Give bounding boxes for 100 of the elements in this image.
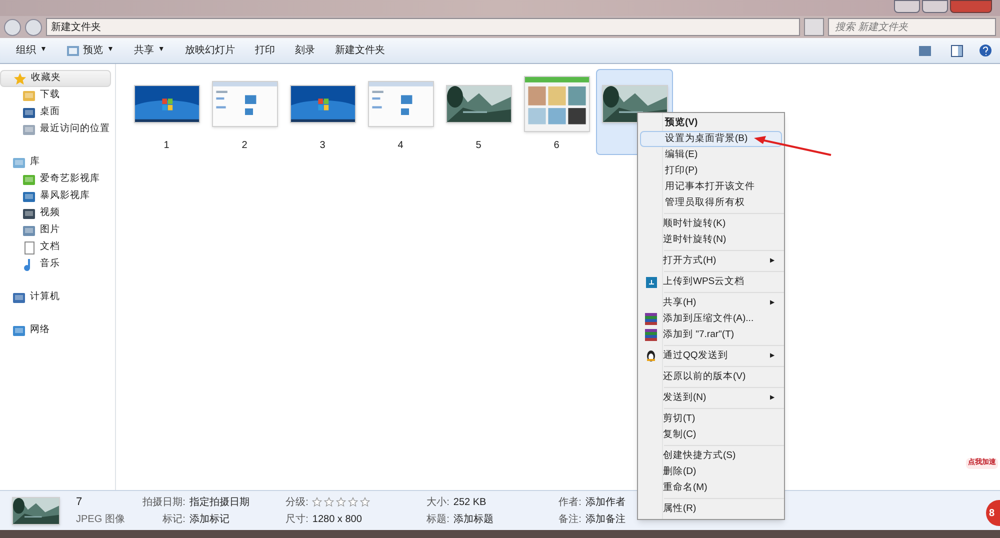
menu-item-label: 还原以前的版本(V) bbox=[663, 370, 746, 384]
menu-item[interactable]: 管理员取得所有权 bbox=[640, 195, 782, 211]
sidebar-item[interactable]: 库 bbox=[0, 154, 111, 171]
archive-icon bbox=[645, 329, 657, 341]
toolbar-button[interactable]: 放映幻灯片 bbox=[176, 40, 243, 60]
menu-item-label: 删除(D) bbox=[663, 464, 696, 479]
file-name: 4 bbox=[398, 139, 404, 153]
menu-item[interactable]: 创建快捷方式(S) bbox=[638, 448, 782, 464]
sidebar-item[interactable]: 文档 bbox=[0, 239, 111, 256]
file-name: 1 bbox=[164, 139, 170, 153]
help-icon[interactable] bbox=[979, 44, 992, 57]
menu-item[interactable]: 编辑(E) bbox=[640, 147, 782, 163]
property-label: 尺寸: bbox=[284, 512, 308, 526]
minimize-button[interactable] bbox=[894, 0, 920, 13]
star-icon bbox=[13, 72, 27, 86]
menu-item[interactable]: 打印(P) bbox=[640, 163, 782, 179]
forward-button[interactable] bbox=[25, 18, 42, 36]
sidebar-item[interactable]: 图片 bbox=[0, 222, 111, 239]
menu-item-label: 管理员取得所有权 bbox=[665, 196, 745, 210]
property-label: 备注: bbox=[558, 512, 582, 526]
document-icon bbox=[22, 240, 36, 254]
search-field[interactable]: 搜索 新建文件夹 bbox=[828, 18, 996, 36]
sidebar-item[interactable]: 音乐 bbox=[0, 256, 111, 273]
property-label: 作者: bbox=[558, 496, 582, 510]
file-thumbnail[interactable]: 5 bbox=[440, 69, 517, 155]
file-name: 5 bbox=[476, 139, 482, 153]
toolbar-button[interactable]: 新建文件夹 bbox=[326, 40, 393, 60]
file-type: JPEG 图像 bbox=[76, 513, 126, 528]
back-button[interactable] bbox=[4, 18, 21, 36]
breadcrumb-item[interactable]: 新建文件夹 bbox=[51, 20, 101, 34]
preview-pane-icon[interactable] bbox=[951, 44, 963, 56]
sidebar-item[interactable]: 爱奇艺影视库 bbox=[0, 171, 111, 188]
sidebar-item[interactable]: 网络 bbox=[0, 322, 111, 339]
menu-item-label: 发送到(N) bbox=[663, 390, 706, 405]
sidebar-item[interactable]: 收藏夹 bbox=[0, 70, 111, 87]
menu-item-label: 通过QQ发送到 bbox=[663, 348, 728, 363]
sidebar-item[interactable]: 最近访问的位置 bbox=[0, 121, 111, 138]
menu-item[interactable]: 上传到WPS云文档 bbox=[638, 274, 782, 290]
maximize-button[interactable] bbox=[922, 0, 948, 13]
property-label: 标题: bbox=[426, 512, 450, 526]
menu-item[interactable]: 设置为桌面背景(B) bbox=[640, 131, 782, 147]
menu-item-label: 打印(P) bbox=[665, 164, 698, 178]
sidebar-item[interactable]: 计算机 bbox=[0, 289, 111, 306]
property-label: 大小: bbox=[426, 496, 450, 510]
menu-item-label: 剪切(T) bbox=[663, 412, 696, 426]
file-thumbnail[interactable]: 4 bbox=[362, 69, 439, 155]
property-value[interactable]: 1280 x 800 bbox=[312, 512, 392, 526]
address-field[interactable]: 新建文件夹 bbox=[46, 18, 800, 36]
file-thumbnail[interactable]: 3 bbox=[284, 69, 361, 155]
property-value[interactable]: 指定拍摄日期 bbox=[189, 494, 260, 510]
menu-item-label: 预览(V) bbox=[665, 116, 698, 130]
file-thumbnail[interactable]: 6 bbox=[518, 69, 595, 155]
refresh-button[interactable] bbox=[804, 18, 824, 36]
menu-item-label: 复制(C) bbox=[663, 428, 696, 442]
menu-item[interactable]: 添加到压缩文件(A)... bbox=[638, 311, 782, 327]
menu-item-label: 设置为桌面背景(B) bbox=[665, 132, 748, 146]
menu-item[interactable]: 删除(D) bbox=[638, 464, 782, 480]
menu-item-label: 顺时针旋转(K) bbox=[663, 216, 726, 231]
menu-item[interactable]: 添加到 "7.rar"(T) bbox=[638, 327, 782, 343]
property-value[interactable]: 添加标题 bbox=[453, 512, 524, 526]
menu-item[interactable]: 用记事本打开该文件 bbox=[640, 179, 782, 195]
menu-item-label: 上传到WPS云文档 bbox=[663, 274, 745, 289]
menu-item[interactable]: 逆时针旋转(N) bbox=[638, 232, 782, 248]
menu-item-label: 重命名(M) bbox=[663, 480, 708, 495]
file-thumbnail[interactable]: 1 bbox=[128, 69, 205, 155]
menu-item[interactable]: 顺时针旋转(K) bbox=[638, 216, 782, 232]
menu-item[interactable]: 还原以前的版本(V) bbox=[638, 369, 782, 385]
file-name: 6 bbox=[554, 139, 560, 153]
menu-item-label: 用记事本打开该文件 bbox=[665, 180, 755, 194]
menu-item-label: 逆时针旋转(N) bbox=[663, 232, 726, 247]
menu-item-label: 添加到 "7.rar"(T) bbox=[663, 328, 734, 342]
penguin-icon bbox=[645, 350, 657, 362]
file-thumbnail[interactable]: 2 bbox=[206, 69, 283, 155]
sidebar-item[interactable]: 桌面 bbox=[0, 104, 111, 121]
property-value[interactable]: 252 KB bbox=[453, 494, 524, 510]
property-label: 拍摄日期: bbox=[142, 496, 186, 510]
file-name: 7 bbox=[76, 494, 84, 510]
property-value[interactable]: 添加标记 bbox=[189, 512, 260, 526]
menu-item[interactable]: 复制(C) bbox=[638, 427, 782, 443]
sidebar-item[interactable]: 视频 bbox=[0, 205, 111, 222]
toolbar-button[interactable]: 刻录 bbox=[286, 40, 323, 60]
menu-item[interactable]: 重命名(M) bbox=[638, 480, 782, 496]
preview-icon bbox=[66, 46, 79, 56]
sidebar-item[interactable]: 下载 bbox=[0, 87, 111, 104]
sidebar-item[interactable]: 暴风影视库 bbox=[0, 188, 111, 205]
menu-item-label: 打开方式(H) bbox=[663, 254, 716, 268]
close-button[interactable] bbox=[950, 0, 992, 13]
menu-item[interactable]: 预览(V) bbox=[640, 115, 782, 131]
property-label: 标记: bbox=[162, 512, 186, 526]
file-name: 2 bbox=[242, 139, 248, 153]
menu-item-label: 编辑(E) bbox=[665, 148, 698, 162]
toolbar-button[interactable]: 打印 bbox=[246, 40, 283, 60]
menu-item[interactable]: 剪切(T) bbox=[638, 411, 782, 427]
menu-item-label: 创建快捷方式(S) bbox=[663, 448, 736, 463]
archive-icon bbox=[645, 313, 657, 325]
property-label: 分级: bbox=[284, 496, 308, 510]
menu-item-label: 添加到压缩文件(A)... bbox=[663, 312, 754, 326]
menu-item-label: 属性(R) bbox=[663, 502, 696, 516]
menu-item-label: 共享(H) bbox=[663, 296, 696, 310]
menu-item[interactable]: 属性(R) bbox=[638, 501, 782, 517]
